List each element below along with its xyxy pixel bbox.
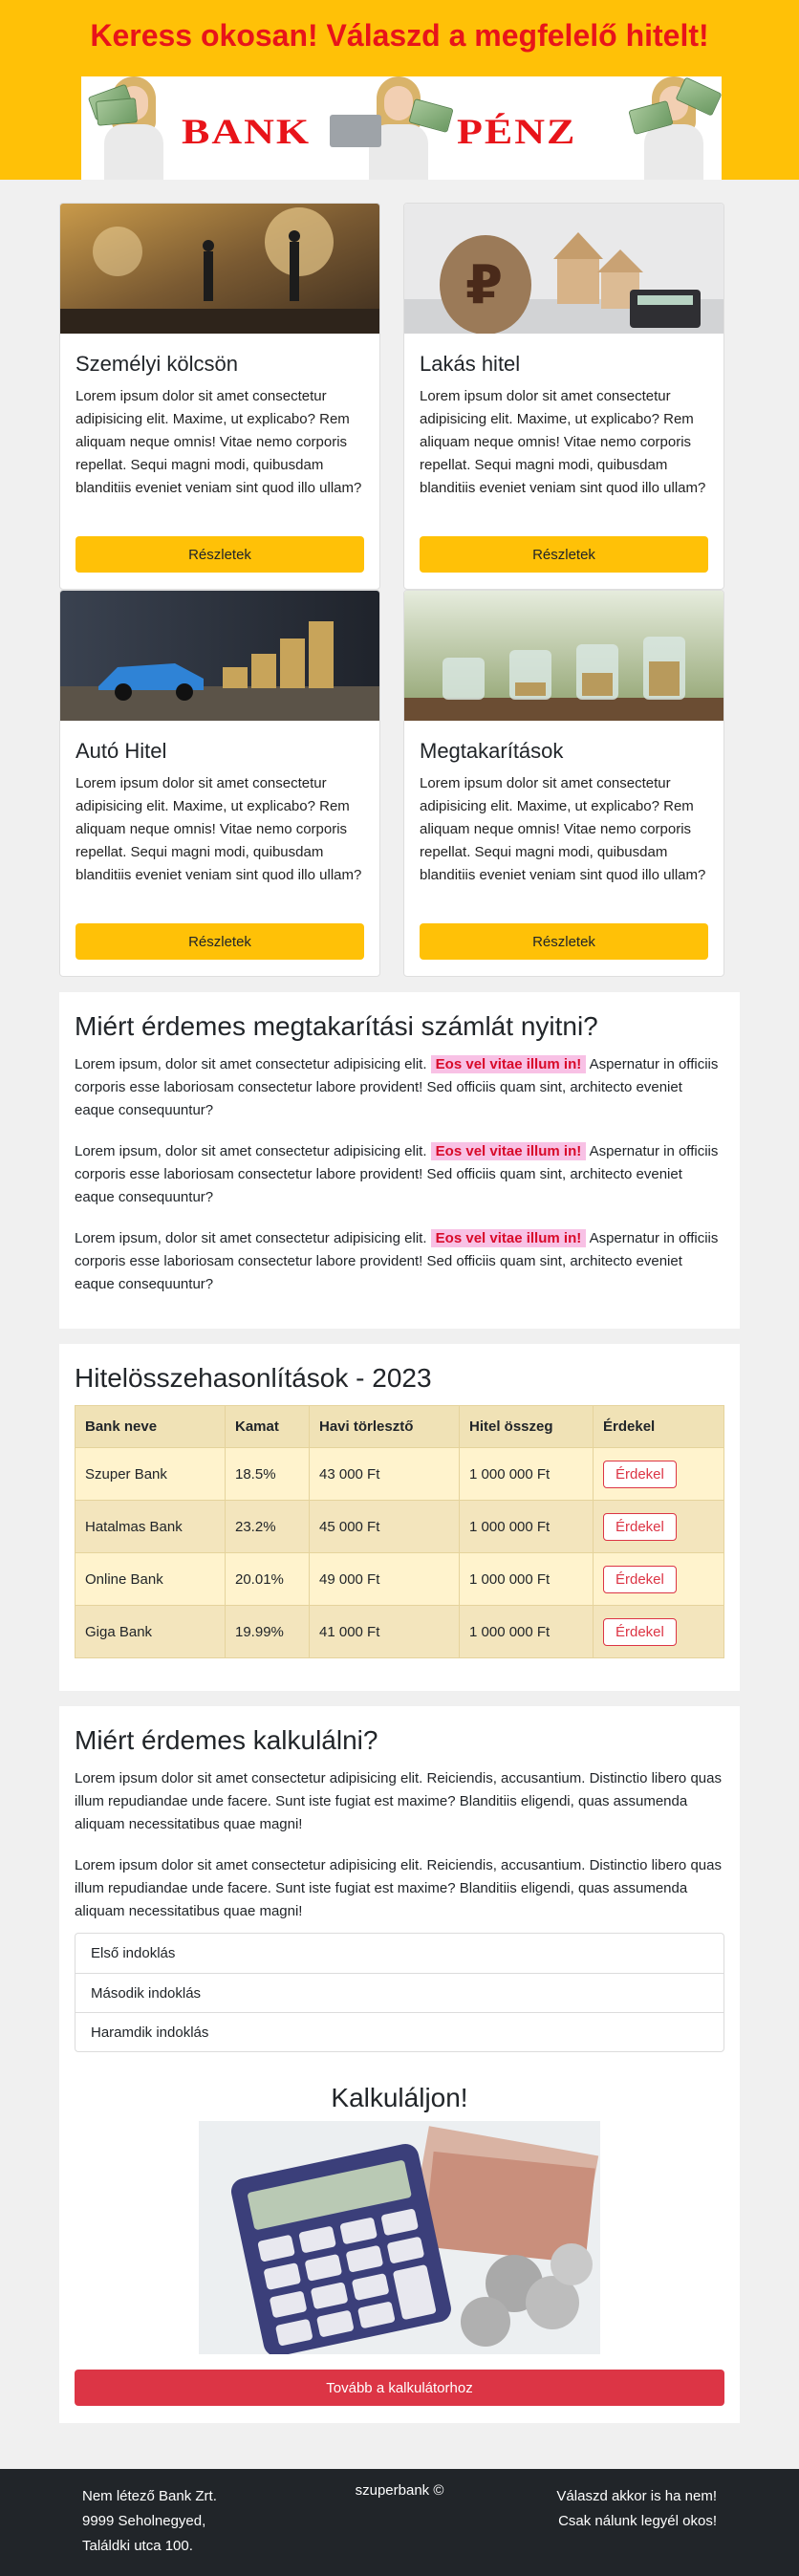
calc-paragraph: Lorem ipsum dolor sit amet consectetur a… <box>75 1770 722 1833</box>
list-item[interactable]: Első indoklás <box>76 1934 723 1973</box>
savings-paragraph: Lorem ipsum, dolor sit amet consectetur … <box>75 1229 719 1292</box>
page-footer: Nem létező Bank Zrt. 9999 Seholnegyed, T… <box>0 2469 799 2576</box>
footer-city: 9999 Seholnegyed, <box>82 2513 206 2530</box>
section-title: Miért érdemes kalkulálni? <box>75 1725 378 1756</box>
amount-cell: 1 000 000 Ft <box>459 1447 594 1502</box>
savings-paragraph: Lorem ipsum, dolor sit amet consectetur … <box>75 1142 719 1205</box>
section-title: Hitelösszehasonlítások - 2023 <box>75 1363 432 1393</box>
card-image-jars <box>404 591 723 721</box>
header-title: Keress okosan! Válaszd a megfelelő hitel… <box>90 18 709 53</box>
column-header: Érdekel <box>593 1404 724 1449</box>
card-text: Lorem ipsum dolor sit amet consectetur a… <box>76 388 362 496</box>
list-item[interactable]: Második indoklás <box>76 1973 723 2012</box>
monthly-cell: 43 000 Ft <box>309 1447 460 1502</box>
details-button[interactable]: Részletek <box>76 536 364 573</box>
column-header: Bank neve <box>75 1404 226 1449</box>
comparison-table: Bank neve Kamat Havi törlesztő Hitel öss… <box>75 1404 724 1659</box>
card-home-loan: ₽ Lakás hitel Lorem ipsum dolor sit amet… <box>403 203 724 590</box>
page-header: Keress okosan! Válaszd a megfelelő hitel… <box>0 0 799 180</box>
bank-name-cell: Szuper Bank <box>75 1447 226 1502</box>
card-title: Lakás hitel <box>420 352 521 376</box>
action-cell: Érdekel <box>593 1552 724 1607</box>
savings-paragraph: Lorem ipsum, dolor sit amet consectetur … <box>75 1055 719 1118</box>
table-row: Hatalmas Bank 23.2% 45 000 Ft 1 000 000 … <box>75 1500 724 1554</box>
product-cards: Személyi kölcsön Lorem ipsum dolor sit a… <box>59 180 740 977</box>
calculate-section: Miért érdemes kalkulálni? Lorem ipsum do… <box>59 1706 740 2424</box>
card-image-car-coins <box>60 591 379 721</box>
table-row: Online Bank 20.01% 49 000 Ft 1 000 000 F… <box>75 1552 724 1607</box>
column-header: Hitel összeg <box>459 1404 594 1449</box>
card-savings: Megtakarítások Lorem ipsum dolor sit ame… <box>403 590 724 977</box>
bank-word-logo: BANK <box>182 111 312 152</box>
footer-slogan-line: Csak nálunk legyél okos! <box>558 2513 717 2530</box>
card-title: Autó Hitel <box>76 739 167 763</box>
calc-paragraph: Lorem ipsum dolor sit amet consectetur a… <box>75 1857 722 1920</box>
person-illustration-right <box>628 75 723 180</box>
action-cell: Érdekel <box>593 1447 724 1502</box>
footer-street: Találdki utca 100. <box>82 2538 193 2555</box>
amount-cell: 1 000 000 Ft <box>459 1552 594 1607</box>
card-title: Megtakarítások <box>420 739 564 763</box>
card-text: Lorem ipsum dolor sit amet consectetur a… <box>76 775 362 883</box>
calculator-heading: Kalkuláljon! <box>331 2083 468 2113</box>
highlight-mark: Eos vel vitae illum in! <box>430 1055 587 1073</box>
monthly-cell: 49 000 Ft <box>309 1552 460 1607</box>
card-text: Lorem ipsum dolor sit amet consectetur a… <box>420 388 706 496</box>
reasons-list: Első indoklás Második indoklás Haramdik … <box>75 1933 724 2053</box>
highlight-mark: Eos vel vitae illum in! <box>430 1142 587 1160</box>
column-header: Kamat <box>225 1404 310 1449</box>
interested-button[interactable]: Érdekel <box>603 1460 677 1488</box>
bank-name-cell: Hatalmas Bank <box>75 1500 226 1554</box>
amount-cell: 1 000 000 Ft <box>459 1500 594 1554</box>
monthly-cell: 41 000 Ft <box>309 1605 460 1659</box>
action-cell: Érdekel <box>593 1605 724 1659</box>
card-personal-loan: Személyi kölcsön Lorem ipsum dolor sit a… <box>59 203 380 590</box>
monthly-cell: 45 000 Ft <box>309 1500 460 1554</box>
details-button[interactable]: Részletek <box>420 923 708 960</box>
bank-name-cell: Giga Bank <box>75 1605 226 1659</box>
card-image-business <box>60 204 379 334</box>
column-header: Havi törlesztő <box>309 1404 460 1449</box>
interested-button[interactable]: Érdekel <box>603 1617 677 1646</box>
footer-slogan-line: Válaszd akkor is ha nem! <box>556 2488 717 2505</box>
table-row: Szuper Bank 18.5% 43 000 Ft 1 000 000 Ft… <box>75 1447 724 1502</box>
interested-button[interactable]: Érdekel <box>603 1565 677 1593</box>
person-illustration-left <box>87 75 177 180</box>
svg-text:₽: ₽ <box>465 254 503 316</box>
interested-button[interactable]: Érdekel <box>603 1512 677 1541</box>
table-header-row: Bank neve Kamat Havi törlesztő Hitel öss… <box>75 1404 724 1449</box>
comparison-section: Hitelösszehasonlítások - 2023 Bank neve … <box>59 1344 740 1692</box>
card-title: Személyi kölcsön <box>76 352 238 376</box>
laptop-icon <box>330 115 381 147</box>
penz-word-logo: PÉNZ <box>457 111 577 152</box>
section-title: Miért érdemes megtakarítási számlát nyit… <box>75 1011 598 1041</box>
go-to-calculator-button[interactable]: Tovább a kalkulátorhoz <box>75 2370 724 2407</box>
footer-slogan: Válaszd akkor is ha nem! Csak nálunk leg… <box>556 2484 717 2534</box>
highlight-mark: Eos vel vitae illum in! <box>430 1229 587 1247</box>
details-button[interactable]: Részletek <box>420 536 708 573</box>
savings-section: Miért érdemes megtakarítási számlát nyit… <box>59 992 740 1329</box>
rate-cell: 18.5% <box>225 1447 310 1502</box>
bank-name-cell: Online Bank <box>75 1552 226 1607</box>
rate-cell: 23.2% <box>225 1500 310 1554</box>
calculator-image <box>199 2121 600 2355</box>
rate-cell: 19.99% <box>225 1605 310 1659</box>
table-row: Giga Bank 19.99% 41 000 Ft 1 000 000 Ft … <box>75 1605 724 1659</box>
card-text: Lorem ipsum dolor sit amet consectetur a… <box>420 775 706 883</box>
card-image-houses: ₽ <box>404 204 723 334</box>
rate-cell: 20.01% <box>225 1552 310 1607</box>
card-car-loan: Autó Hitel Lorem ipsum dolor sit amet co… <box>59 590 380 977</box>
list-item[interactable]: Haramdik indoklás <box>76 2012 723 2051</box>
action-cell: Érdekel <box>593 1500 724 1554</box>
amount-cell: 1 000 000 Ft <box>459 1605 594 1659</box>
details-button[interactable]: Részletek <box>76 923 364 960</box>
